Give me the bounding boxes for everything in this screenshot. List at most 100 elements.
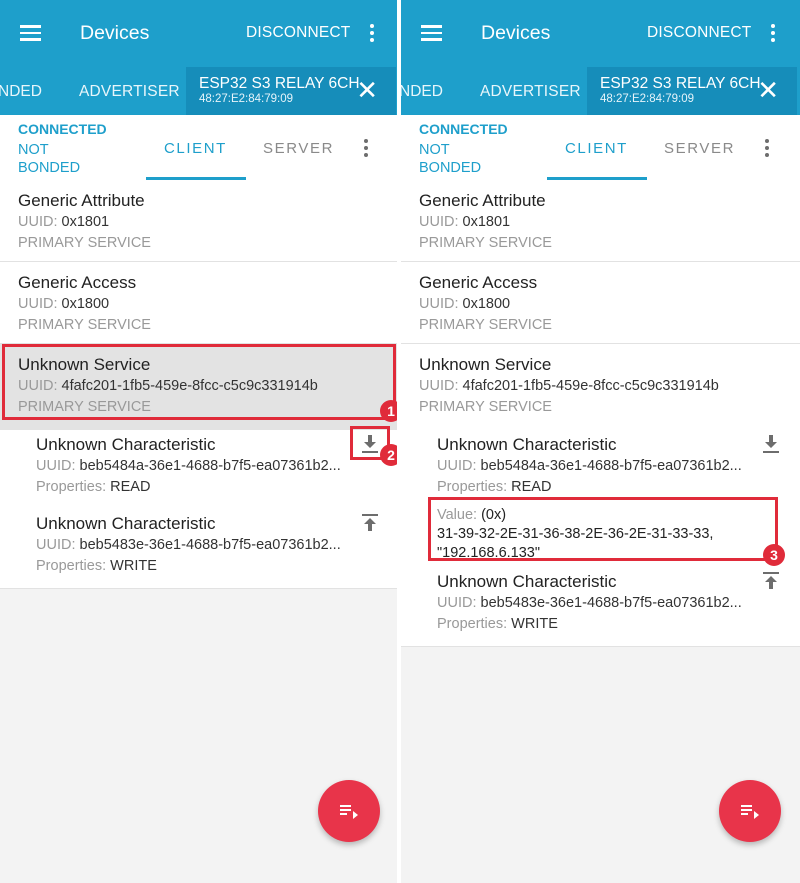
tab-bonded[interactable]: NDED bbox=[401, 83, 443, 101]
uuid-value: 0x1800 bbox=[61, 296, 110, 312]
service-name: Unknown Service bbox=[419, 355, 552, 374]
tab-client-label: CLIENT bbox=[565, 140, 628, 157]
service-type: PRIMARY SERVICE bbox=[18, 317, 151, 333]
uuid-value: 0x1800 bbox=[462, 296, 511, 312]
highlight-box-value bbox=[428, 497, 778, 561]
uuid-label: UUID: bbox=[419, 296, 459, 312]
app-title: Devices bbox=[80, 22, 150, 44]
service-type: PRIMARY SERVICE bbox=[419, 399, 552, 415]
uuid-label: UUID: bbox=[18, 296, 58, 312]
step-badge-1: 1 bbox=[380, 400, 397, 422]
characteristic-name: Unknown Characteristic bbox=[36, 514, 216, 533]
device-tabs: NDED ADVERTISER ESP32 S3 RELAY 6CH 48:27… bbox=[0, 67, 397, 115]
uuid-label: UUID: bbox=[36, 537, 76, 553]
properties-value: READ bbox=[110, 479, 151, 495]
close-icon[interactable]: ✕ bbox=[356, 77, 378, 103]
characteristic-properties: Properties: WRITE bbox=[437, 616, 558, 632]
connection-status: CONNECTED bbox=[419, 121, 508, 137]
log-icon bbox=[340, 805, 358, 819]
service-name: Generic Access bbox=[419, 273, 538, 292]
characteristic-name: Unknown Characteristic bbox=[437, 572, 617, 591]
tab-client[interactable]: CLIENT bbox=[146, 115, 246, 180]
overflow-menu-icon[interactable] bbox=[771, 24, 775, 42]
tab-server[interactable]: SERVER bbox=[263, 140, 334, 157]
download-icon[interactable] bbox=[759, 432, 783, 456]
app-bar: Devices DISCONNECT bbox=[0, 0, 397, 67]
service-item[interactable]: Generic Access UUID: 0x1800 PRIMARY SERV… bbox=[0, 262, 397, 344]
characteristic-properties: Properties: READ bbox=[437, 479, 551, 495]
tab-advertiser[interactable]: ADVERTISER bbox=[79, 83, 180, 101]
tab-bonded[interactable]: NDED bbox=[0, 83, 42, 101]
characteristic-uuid: UUID: beb5483e-36e1-4688-b7f5-ea07361b2.… bbox=[437, 595, 742, 611]
device-mac: 48:27:E2:84:79:09 bbox=[199, 93, 293, 105]
characteristic-name: Unknown Characteristic bbox=[437, 435, 617, 454]
tab-client-label: CLIENT bbox=[164, 140, 227, 157]
service-list: Generic Attribute UUID: 0x1801 PRIMARY S… bbox=[401, 180, 800, 647]
characteristic-uuid: UUID: beb5484a-36e1-4688-b7f5-ea07361b2.… bbox=[437, 458, 742, 474]
more-options-icon[interactable] bbox=[765, 139, 769, 157]
step-badge-3: 3 bbox=[763, 544, 785, 566]
menu-icon[interactable] bbox=[20, 25, 41, 41]
service-uuid: UUID: 0x1800 bbox=[419, 296, 510, 312]
upload-icon[interactable] bbox=[358, 511, 382, 535]
characteristic-name: Unknown Characteristic bbox=[36, 435, 216, 454]
characteristic-properties: Properties: WRITE bbox=[36, 558, 157, 574]
service-name: Generic Access bbox=[18, 273, 137, 292]
service-item[interactable]: Generic Attribute UUID: 0x1801 PRIMARY S… bbox=[401, 180, 800, 262]
tab-server[interactable]: SERVER bbox=[664, 140, 735, 157]
service-uuid: UUID: 0x1801 bbox=[18, 214, 109, 230]
service-type: PRIMARY SERVICE bbox=[419, 317, 552, 333]
more-options-icon[interactable] bbox=[364, 139, 368, 157]
uuid-value: 4fafc201-1fb5-459e-8fcc-c5c9c331914b bbox=[462, 378, 719, 394]
close-icon[interactable]: ✕ bbox=[757, 77, 779, 103]
service-type: PRIMARY SERVICE bbox=[18, 235, 151, 251]
service-item[interactable]: Generic Access UUID: 0x1800 PRIMARY SERV… bbox=[401, 262, 800, 344]
properties-label: Properties: bbox=[437, 479, 508, 495]
menu-icon[interactable] bbox=[421, 25, 442, 41]
properties-value: WRITE bbox=[511, 616, 558, 632]
uuid-label: UUID: bbox=[18, 214, 58, 230]
uuid-value: 0x1801 bbox=[462, 214, 511, 230]
service-uuid: UUID: 4fafc201-1fb5-459e-8fcc-c5c9c33191… bbox=[419, 378, 719, 394]
log-fab-button[interactable] bbox=[719, 780, 781, 842]
right-screen: Devices DISCONNECT NDED ADVERTISER ESP32… bbox=[401, 0, 800, 883]
disconnect-button[interactable]: DISCONNECT bbox=[246, 24, 350, 42]
service-name: Generic Attribute bbox=[419, 191, 546, 210]
characteristic-item[interactable]: Unknown Characteristic UUID: beb5484a-36… bbox=[0, 430, 397, 509]
log-fab-button[interactable] bbox=[318, 780, 380, 842]
connection-bar: CONNECTED NOT BONDED CLIENT SERVER bbox=[0, 115, 397, 180]
bond-status: NOT BONDED bbox=[18, 142, 81, 176]
highlight-box-service bbox=[2, 344, 396, 420]
service-uuid: UUID: 0x1800 bbox=[18, 296, 109, 312]
characteristic-uuid: UUID: beb5484a-36e1-4688-b7f5-ea07361b2.… bbox=[36, 458, 341, 474]
properties-label: Properties: bbox=[36, 558, 107, 574]
uuid-label: UUID: bbox=[437, 595, 477, 611]
characteristic-properties: Properties: READ bbox=[36, 479, 150, 495]
properties-value: READ bbox=[511, 479, 552, 495]
service-item[interactable]: Unknown Service UUID: 4fafc201-1fb5-459e… bbox=[401, 344, 800, 430]
uuid-value: beb5483e-36e1-4688-b7f5-ea07361b2... bbox=[79, 537, 341, 553]
service-type: PRIMARY SERVICE bbox=[419, 235, 552, 251]
upload-icon[interactable] bbox=[759, 569, 783, 593]
tab-advertiser[interactable]: ADVERTISER bbox=[480, 83, 581, 101]
tab-client[interactable]: CLIENT bbox=[547, 115, 647, 180]
disconnect-button[interactable]: DISCONNECT bbox=[647, 24, 751, 42]
uuid-label: UUID: bbox=[419, 378, 459, 394]
step-badge-2: 2 bbox=[380, 444, 397, 466]
overflow-menu-icon[interactable] bbox=[370, 24, 374, 42]
connection-status: CONNECTED bbox=[18, 121, 107, 137]
device-name: ESP32 S3 RELAY 6CH bbox=[199, 75, 360, 92]
device-name: ESP32 S3 RELAY 6CH bbox=[600, 75, 761, 92]
properties-label: Properties: bbox=[36, 479, 107, 495]
service-name: Generic Attribute bbox=[18, 191, 145, 210]
log-icon bbox=[741, 805, 759, 819]
uuid-value: beb5484a-36e1-4688-b7f5-ea07361b2... bbox=[480, 458, 742, 474]
tab-device[interactable]: ESP32 S3 RELAY 6CH 48:27:E2:84:79:09 ✕ bbox=[587, 67, 797, 115]
characteristic-item[interactable]: Unknown Characteristic UUID: beb5483e-36… bbox=[401, 567, 800, 646]
bond-status: NOT BONDED bbox=[419, 142, 482, 176]
service-item[interactable]: Generic Attribute UUID: 0x1801 PRIMARY S… bbox=[0, 180, 397, 262]
characteristic-item[interactable]: Unknown Characteristic UUID: beb5483e-36… bbox=[0, 509, 397, 588]
uuid-label: UUID: bbox=[419, 214, 459, 230]
tab-device[interactable]: ESP32 S3 RELAY 6CH 48:27:E2:84:79:09 ✕ bbox=[186, 67, 396, 115]
uuid-value: beb5484a-36e1-4688-b7f5-ea07361b2... bbox=[79, 458, 341, 474]
